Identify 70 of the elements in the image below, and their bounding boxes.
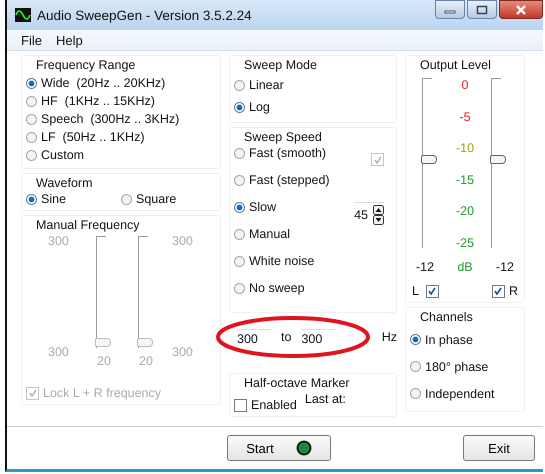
radio-option[interactable]: 180° phase (410, 353, 488, 380)
radio-option[interactable]: Speech (300Hz .. 3KHz) (26, 110, 180, 128)
group-title: Manual Frequency (35, 218, 141, 232)
left-channel-checkbox[interactable]: L (412, 284, 439, 298)
led-icon (296, 440, 312, 456)
exit-button[interactable]: Exit (463, 435, 535, 461)
slider-thumb[interactable] (420, 154, 436, 164)
level-reading: -12 (416, 260, 434, 274)
unit-label: dB (457, 260, 473, 274)
maximize-icon (476, 4, 488, 14)
slider-max-label: 300 (172, 234, 193, 248)
group-title: Channels (419, 310, 474, 324)
spin-arrows-icon[interactable] (373, 205, 384, 225)
radio-option[interactable]: Slow (234, 200, 276, 214)
radio-option[interactable]: Fast (stepped) (234, 173, 330, 187)
menu-item[interactable]: Help (56, 32, 83, 48)
group-title: Sweep Speed (243, 130, 323, 144)
slider-thumb[interactable] (490, 154, 506, 164)
to-frequency-field[interactable]: 300 (301, 328, 336, 346)
radio-option[interactable]: White noise (234, 254, 314, 268)
last-at-label: Last at: (304, 392, 346, 406)
group-title: Sweep Mode (243, 58, 318, 72)
slider-min-label: 20 (97, 354, 111, 368)
maximize-button[interactable] (467, 0, 497, 19)
slider-min-label: 20 (139, 354, 153, 368)
waveform-icon (15, 8, 31, 22)
close-icon (515, 4, 527, 14)
check-icon (427, 286, 438, 296)
radio-option[interactable]: Wide (20Hz .. 20KHz) (26, 74, 166, 92)
unit-label: Hz (382, 330, 397, 344)
radio-option[interactable]: No sweep (234, 281, 305, 295)
radio-option[interactable]: Manual (234, 227, 290, 241)
slider-value-label: 300 (48, 345, 69, 359)
check-icon (493, 286, 504, 296)
scale-label: -10 (456, 141, 474, 156)
window-title: Audio SweepGen - Version 3.5.2.24 (37, 8, 252, 22)
radio-option[interactable]: LF (50Hz .. 1KHz) (26, 128, 144, 146)
group-title: Waveform (35, 176, 94, 190)
scale-label: -20 (456, 204, 474, 218)
radio-option[interactable]: HF (1KHz .. 15KHz) (26, 92, 155, 110)
menu-item[interactable]: File (21, 32, 42, 48)
minimize-button[interactable] (435, 0, 465, 19)
start-button[interactable]: Start (227, 435, 331, 461)
scale-label: -25 (456, 236, 474, 250)
slider-track[interactable] (138, 236, 154, 348)
speed-value[interactable]: 45 (354, 208, 368, 222)
radio-option[interactable]: In phase (410, 326, 473, 353)
scale-label: 0 (462, 78, 468, 92)
scale-label: -15 (456, 172, 474, 187)
enabled-checkbox[interactable]: Enabled (234, 398, 297, 412)
slider-value-label: 300 (172, 345, 193, 359)
group-title: Output Level (419, 58, 492, 72)
level-reading: -12 (496, 260, 514, 274)
radio-option[interactable]: Custom (26, 146, 84, 164)
radio-option[interactable]: Sine (26, 192, 121, 206)
radio-option[interactable]: Independent (410, 380, 495, 407)
radio-option[interactable]: Linear (234, 74, 284, 96)
check-icon (28, 388, 38, 398)
radio-option[interactable]: Log (234, 96, 270, 118)
group-title: Frequency Range (35, 58, 136, 72)
radio-option[interactable]: Square (121, 192, 216, 206)
scale-label: -5 (459, 110, 471, 124)
group-title: Half-octave Marker (243, 376, 351, 390)
radio-option[interactable]: Fast (smooth) (234, 146, 326, 160)
close-button[interactable] (499, 0, 543, 19)
right-channel-checkbox[interactable]: R (492, 284, 518, 298)
slider-max-label: 300 (48, 234, 69, 248)
from-frequency-field[interactable]: 300 (237, 328, 271, 346)
to-label: to (281, 330, 292, 344)
slider-track[interactable] (96, 236, 112, 348)
